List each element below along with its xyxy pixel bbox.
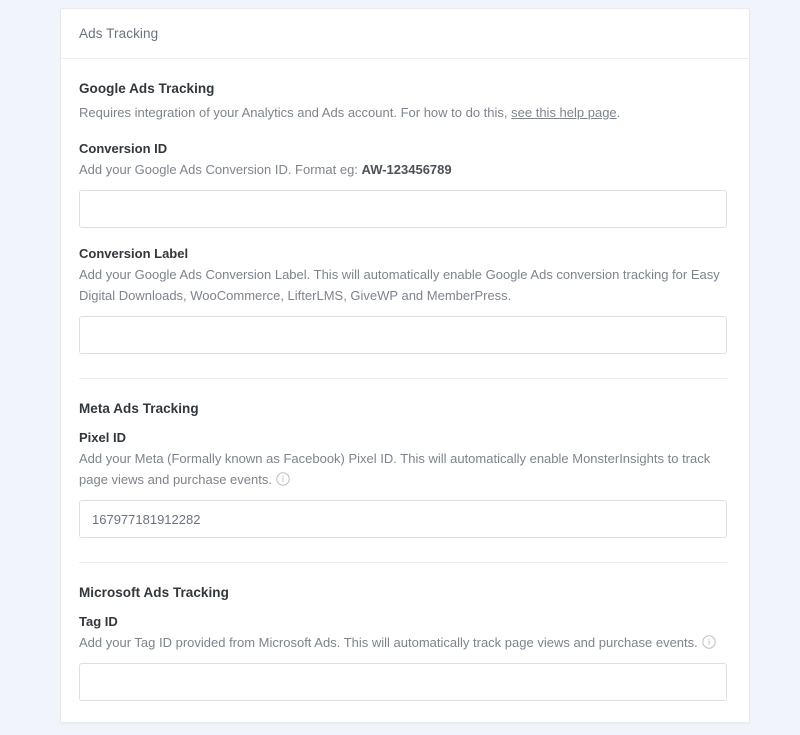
conversion-label-label: Conversion Label: [79, 246, 189, 262]
conversion-id-format-example: AW-123456789: [361, 162, 452, 178]
meta-ads-tracking-heading: Meta Ads Tracking: [79, 401, 199, 417]
field-tag-id: Tag ID Add your Tag ID provided from Mic…: [79, 614, 731, 702]
tag-id-input[interactable]: [79, 663, 727, 702]
tag-id-desc-text: Add your Tag ID provided from Microsoft …: [79, 635, 698, 651]
section-google-ads-tracking: Google Ads Tracking Requires integration…: [79, 81, 731, 355]
field-conversion-label: Conversion Label Add your Google Ads Con…: [79, 246, 731, 355]
info-circle-icon[interactable]: [276, 472, 290, 486]
google-ads-tracking-heading: Google Ads Tracking: [79, 81, 215, 96]
google-desc-text-after: .: [616, 105, 621, 120]
pixel-id-description: Add your Meta (Formally known as Faceboo…: [79, 448, 727, 490]
conversion-id-input[interactable]: [79, 190, 727, 229]
conversion-id-desc-prefix: Add your Google Ads Conversion ID. Forma…: [79, 162, 362, 178]
section-meta-ads-tracking: Meta Ads Tracking Pixel ID Add your Meta…: [79, 401, 731, 539]
google-desc-text-before: Requires integration of your Analytics a…: [79, 105, 512, 120]
conversion-id-description: Add your Google Ads Conversion ID. Forma…: [79, 159, 727, 180]
page-title: Ads Tracking: [79, 26, 159, 41]
tag-id-description: Add your Tag ID provided from Microsoft …: [79, 632, 727, 653]
divider-meta-microsoft: [79, 562, 727, 564]
pixel-id-input[interactable]: [79, 500, 727, 539]
microsoft-ads-tracking-heading: Microsoft Ads Tracking: [79, 585, 229, 601]
conversion-id-label: Conversion ID: [79, 141, 168, 157]
field-pixel-id: Pixel ID Add your Meta (Formally known a…: [79, 430, 731, 539]
conversion-label-input[interactable]: [79, 316, 727, 355]
card-header: Ads Tracking: [61, 9, 749, 59]
field-conversion-id: Conversion ID Add your Google Ads Conver…: [79, 141, 731, 229]
divider-google-meta: [79, 378, 727, 380]
info-circle-icon[interactable]: [702, 635, 716, 649]
tag-id-label: Tag ID: [79, 614, 118, 630]
pixel-id-label: Pixel ID: [79, 430, 126, 446]
section-microsoft-ads-tracking: Microsoft Ads Tracking Tag ID Add your T…: [79, 585, 731, 702]
conversion-label-description: Add your Google Ads Conversion Label. Th…: [79, 267, 720, 304]
see-this-help-page-link[interactable]: see this help page: [511, 105, 617, 120]
page-root: Ads Tracking Google Ads Tracking Require…: [0, 0, 800, 735]
pixel-id-desc-text: Add your Meta (Formally known as Faceboo…: [79, 451, 711, 488]
google-ads-tracking-description: Requires integration of your Analytics a…: [79, 102, 724, 123]
ads-tracking-card: Ads Tracking Google Ads Tracking Require…: [60, 8, 750, 723]
card-body: Google Ads Tracking Requires integration…: [61, 59, 749, 702]
